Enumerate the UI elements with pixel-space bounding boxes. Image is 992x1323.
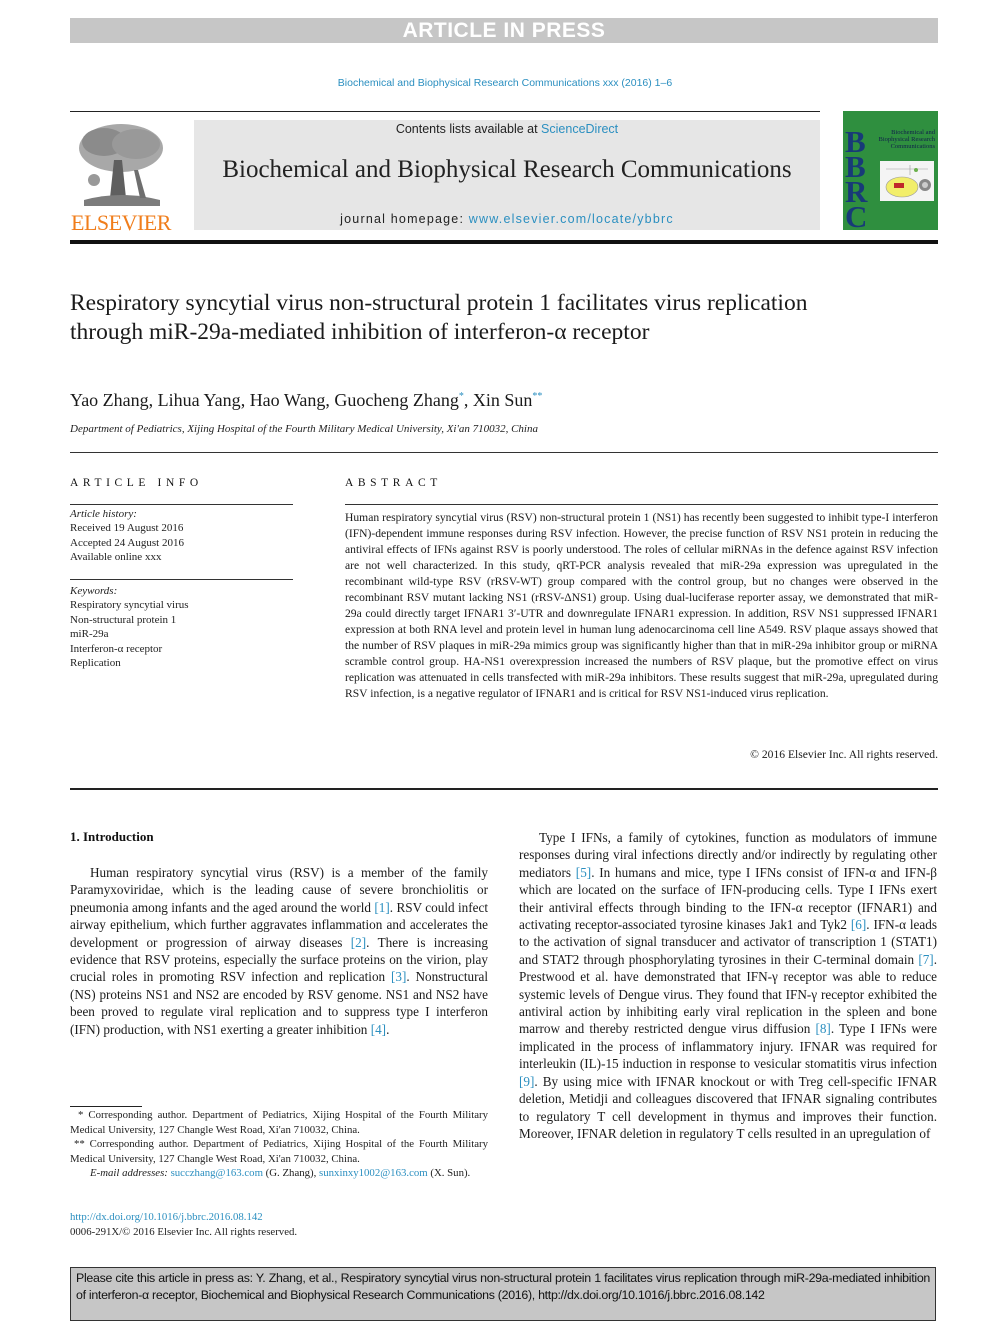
keyword: Non-structural protein 1 (70, 613, 177, 626)
elsevier-tree-icon (79, 124, 163, 206)
article-history: Article history: Received 19 August 2016… (70, 507, 293, 565)
footnote: * Corresponding author. Department of Pe… (70, 1109, 488, 1136)
cover-letter: C (845, 199, 868, 230)
citation-ref[interactable]: [6] (851, 917, 866, 932)
paragraph-text: . (386, 1021, 390, 1037)
journal-name: Biochemical and Biophysical Research Com… (222, 156, 792, 183)
email-link[interactable]: sunxinxy1002@163.com (319, 1167, 428, 1179)
citation-ref[interactable]: [7] (918, 952, 933, 967)
email-footnote: E-mail addresses: succzhang@163.com (G. … (70, 1166, 488, 1181)
journal-cover-thumbnail[interactable]: B B R C Biochemical and Biophysical Rese… (843, 111, 938, 230)
citation-ref[interactable]: [9] (519, 1074, 534, 1089)
doi-block: http://dx.doi.org/10.1016/j.bbrc.2016.08… (70, 1210, 297, 1240)
article-title: Respiratory syncytial virus non-structur… (70, 290, 808, 345)
email-owner: (G. Zhang), (262, 1167, 320, 1180)
article-info-rule (70, 504, 293, 505)
doi-link[interactable]: http://dx.doi.org/10.1016/j.bbrc.2016.08… (70, 1210, 297, 1225)
email-link[interactable]: succzhang@163.com (171, 1167, 263, 1179)
author[interactable]: Lihua Yang (158, 390, 241, 410)
abstract-heading: ABSTRACT (345, 477, 442, 489)
abstract-rule (345, 504, 938, 505)
journal-header-box: Contents lists available at ScienceDirec… (194, 120, 820, 230)
keywords: Keywords: Respiratory syncytial virus No… (70, 584, 293, 670)
abstract-text: Human respiratory syncytial virus (RSV) … (345, 511, 938, 700)
keyword: Interferon-α receptor (70, 642, 163, 655)
homepage-link[interactable]: www.elsevier.com/locate/ybbrc (469, 212, 674, 226)
contents-prefix: Contents lists available at (395, 122, 542, 136)
author[interactable]: Guocheng Zhang (334, 390, 458, 410)
section-rule (70, 452, 938, 453)
article-in-press-banner: ARTICLE IN PRESS (70, 18, 938, 43)
contents-line: Contents lists available at ScienceDirec… (194, 122, 820, 136)
citation-ref[interactable]: [4] (371, 1022, 386, 1037)
history-item: Available online xxx (70, 551, 162, 564)
article-info-heading: ARTICLE INFO (70, 477, 203, 489)
issn-line: 0006-291X/© 2016 Elsevier Inc. All right… (70, 1226, 298, 1238)
citation-ref[interactable]: [1] (374, 900, 389, 915)
cover-figure-icon (885, 165, 931, 198)
citation-ref[interactable]: [5] (576, 865, 591, 880)
introduction-heading: 1. Introduction (70, 829, 154, 844)
footnotes: * Corresponding author. Department of Pe… (70, 1108, 488, 1181)
author[interactable]: Yao Zhang (70, 390, 149, 410)
paragraph-text: . By using mice with IFNAR knockout or w… (519, 1073, 937, 1141)
corresponding-author-mark[interactable]: ** (532, 391, 542, 402)
cover-title: Biochemical and Biophysical Research Com… (878, 129, 936, 150)
article-info-rule (70, 579, 293, 580)
email-label: E-mail addresses: (90, 1167, 168, 1180)
header-rule (70, 111, 820, 112)
journal-reference[interactable]: Biochemical and Biophysical Research Com… (0, 77, 992, 89)
citation-ref[interactable]: [3] (391, 969, 406, 984)
citation-ref[interactable]: [8] (815, 1021, 830, 1036)
author[interactable]: Hao Wang (250, 390, 326, 410)
header-thick-rule (70, 240, 938, 244)
author-list: Yao Zhang, Lihua Yang, Hao Wang, Guochen… (70, 390, 543, 410)
history-label: Article history: (70, 508, 137, 520)
affiliation: Department of Pediatrics, Xijing Hospita… (70, 423, 538, 435)
sciencedirect-link[interactable]: ScienceDirect (541, 122, 618, 136)
homepage-line: journal homepage: www.elsevier.com/locat… (194, 212, 820, 226)
citation-box: Please cite this article in press as: Y.… (70, 1267, 936, 1321)
abstract-copyright: © 2016 Elsevier Inc. All rights reserved… (750, 748, 938, 761)
citation-ref[interactable]: [2] (351, 935, 366, 950)
keyword: Replication (70, 657, 121, 670)
history-item: Received 19 August 2016 (70, 522, 184, 535)
homepage-prefix: journal homepage: (340, 212, 469, 226)
elsevier-logo[interactable]: ELSEVIER (70, 118, 172, 235)
keyword: miR-29a (70, 628, 109, 641)
keywords-label: Keywords: (70, 585, 118, 597)
email-owner: (X. Sun). (427, 1167, 471, 1180)
footnote-rule (70, 1106, 142, 1107)
cover-figure (880, 161, 934, 201)
introduction-paragraph: Human respiratory syncytial virus (RSV) … (70, 864, 488, 1038)
history-item: Accepted 24 August 2016 (70, 536, 184, 549)
footnote: ** Corresponding author. Department of P… (70, 1138, 488, 1165)
section-rule (70, 788, 938, 790)
corresponding-author-mark[interactable]: * (459, 391, 464, 402)
introduction-paragraph: Type I IFNs, a family of cytokines, func… (519, 829, 937, 1142)
elsevier-wordmark: ELSEVIER (71, 210, 171, 235)
author[interactable]: Xin Sun (473, 390, 533, 410)
keyword: Respiratory syncytial virus (70, 599, 189, 612)
